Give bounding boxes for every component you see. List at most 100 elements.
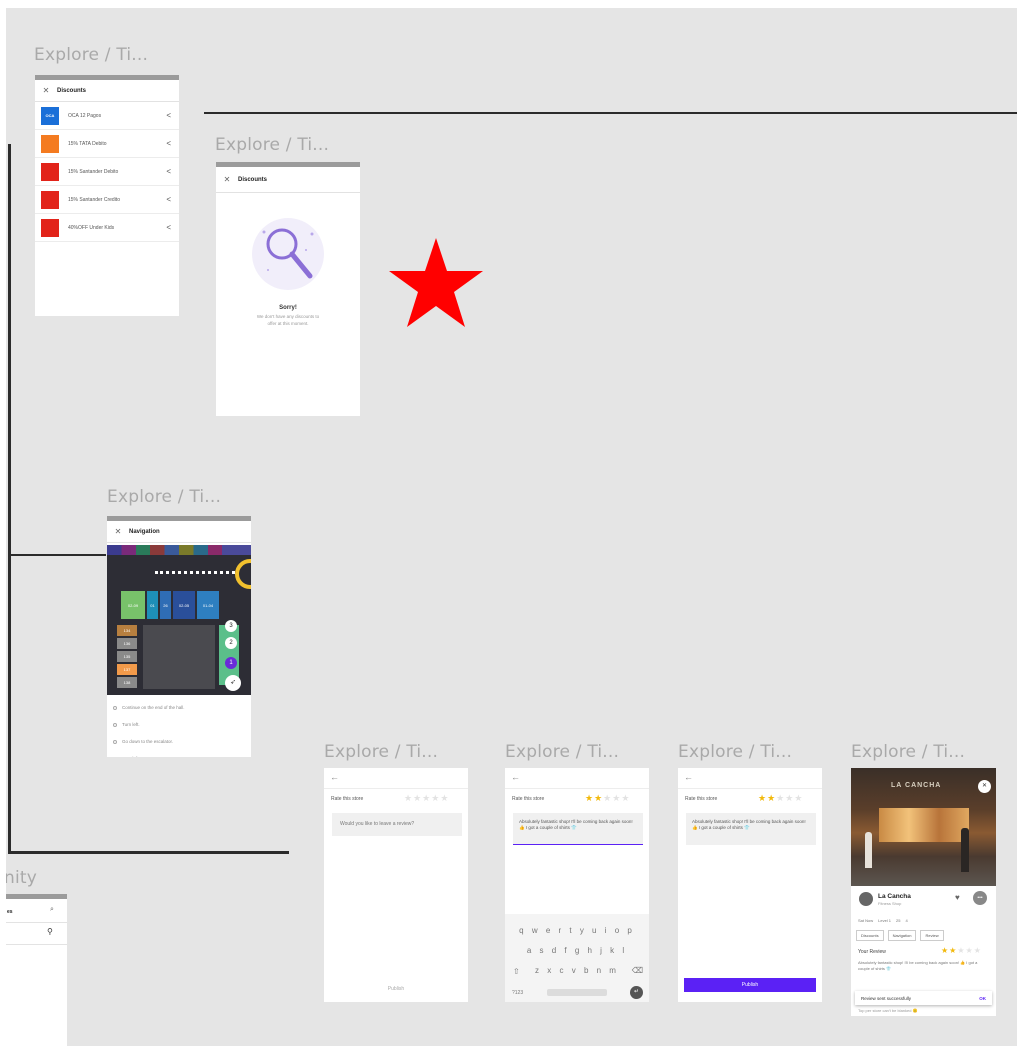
rating-star-icon[interactable]: ★	[957, 946, 965, 955]
map-marker-icon[interactable]: 3	[225, 620, 237, 632]
frame-discounts-empty[interactable]: ✕ Discounts Sorry! We don't have any dis…	[216, 162, 360, 416]
rating-star-icon[interactable]: ★	[594, 793, 603, 803]
rating-star-icon[interactable]: ★	[767, 793, 776, 803]
frame-navigation[interactable]: ✕ Navigation 02-09 01 26 02-05 01-04 134…	[107, 516, 251, 757]
keyboard-row-2[interactable]: a s d f g h j k l	[505, 946, 649, 955]
close-icon[interactable]: ✕	[978, 780, 991, 793]
map-color-band	[107, 545, 251, 555]
app-header: ✕ Navigation	[107, 521, 251, 543]
close-icon[interactable]: ✕	[107, 527, 129, 536]
rating-star-icon[interactable]: ★	[941, 946, 949, 955]
frame-discounts-list[interactable]: ✕ Discounts OCA OCA 12 Pagos <15% TATA Deb…	[35, 75, 179, 316]
back-arrow-icon[interactable]: ←	[684, 772, 693, 782]
map-cell: 136	[117, 638, 137, 649]
rating-star-icon[interactable]: ★	[422, 793, 431, 803]
frame-title-rate-keyboard[interactable]: Explore / Ti...	[505, 742, 619, 762]
map-cell: 02-09	[121, 591, 145, 619]
frame-title-rate-filled[interactable]: Explore / Ti...	[678, 742, 792, 762]
keyboard-row-1[interactable]: q w e r t y u i o p	[505, 926, 649, 935]
rating-star-icon[interactable]: ★	[621, 793, 630, 803]
map-marker-icon[interactable]: 2	[225, 637, 237, 649]
rate-prompt: Rate this store	[512, 796, 545, 802]
discount-logo-icon: OCA	[41, 106, 59, 125]
frame-rate-keyboard[interactable]: ← Rate this store ★★★★★ Absolutely fanta…	[505, 768, 649, 1002]
frame-title-navigation[interactable]: Explore / Ti...	[107, 487, 221, 507]
discount-item[interactable]: OCA OCA 12 Pagos <	[35, 102, 179, 130]
close-icon[interactable]: ✕	[216, 175, 238, 184]
toast-ok-button[interactable]: OK	[979, 996, 986, 1001]
rating-star-icon[interactable]: ★	[585, 793, 594, 803]
map-marker-icon[interactable]: 1	[225, 657, 237, 669]
frame-community[interactable]: es ⌕ ⚲	[6, 894, 67, 1046]
rating-stars[interactable]: ★★★★★	[758, 793, 803, 804]
search-icon[interactable]: ⌕	[50, 906, 54, 914]
rating-star-icon[interactable]: ★	[974, 946, 982, 955]
share-icon[interactable]: <	[166, 167, 171, 176]
share-icon[interactable]: <	[166, 139, 171, 148]
frame-title-discounts-empty[interactable]: Explore / Ti...	[215, 135, 329, 155]
rating-star-icon[interactable]: ★	[440, 793, 449, 803]
keyboard-row-3[interactable]: z x c v b n m	[505, 966, 649, 975]
review-input[interactable]: Absolutely fantastic shop! I'll be comin…	[686, 813, 816, 845]
frame-title-store-detail[interactable]: Explore / Ti...	[851, 742, 965, 762]
step-dot-icon	[113, 705, 117, 710]
keyboard-space-bar[interactable]	[547, 989, 607, 996]
chip-discounts[interactable]: Discounts	[856, 930, 884, 941]
rating-stars[interactable]: ★★★★★	[585, 793, 630, 804]
step-text: Turn left.	[122, 722, 140, 727]
rating-star-icon[interactable]: ★	[603, 793, 612, 803]
chip-navigation[interactable]: Navigation	[887, 930, 917, 941]
close-icon[interactable]: ✕	[35, 86, 57, 95]
step-text: Go down to the escalator.	[122, 739, 174, 744]
heart-icon[interactable]: ♥	[955, 893, 960, 902]
location-pin-icon[interactable]: ⚲	[47, 927, 53, 936]
rating-star-icon[interactable]: ★	[404, 793, 413, 803]
your-review-label: Your Review	[858, 949, 886, 955]
discount-item[interactable]: 15% Santander Debito <	[35, 158, 179, 186]
share-icon[interactable]: <	[166, 111, 171, 120]
back-arrow-icon[interactable]: ←	[330, 772, 339, 782]
rating-stars[interactable]: ★★★★★	[404, 793, 449, 804]
back-arrow-icon[interactable]: ←	[511, 772, 520, 782]
keyboard[interactable]: q w e r t y u i o p a s d f g h j k l ⇧ …	[505, 914, 649, 1002]
more-button[interactable]: •••	[973, 891, 987, 905]
rating-star-icon[interactable]: ★	[431, 793, 440, 803]
review-input[interactable]: Absolutely fantastic shop! I'll be comin…	[513, 813, 643, 845]
keyboard-enter-icon[interactable]: ↵	[630, 986, 643, 999]
tab-label[interactable]: es	[7, 909, 13, 915]
discount-item[interactable]: 15% TATA Debito <	[35, 130, 179, 158]
frame-store-detail[interactable]: LA CANCHA ✕ La Cancha Fitness Shop ♥ •••…	[851, 768, 996, 1016]
rating-star-icon[interactable]: ★	[758, 793, 767, 803]
frame-title-community[interactable]: nity	[6, 868, 37, 888]
review-input[interactable]: Would you like to leave a review?	[332, 813, 462, 836]
frame-rate-empty[interactable]: ← Rate this store ★★★★★ Would you like t…	[324, 768, 468, 1002]
connector-line-vertical	[8, 144, 11, 854]
backspace-icon[interactable]: ⌫	[632, 966, 643, 975]
frame-rate-filled[interactable]: ← Rate this store ★★★★★ Absolutely fanta…	[678, 768, 822, 1002]
discount-item[interactable]: 15% Santander Credito <	[35, 186, 179, 214]
indoor-map[interactable]: 02-09 01 26 02-05 01-04 134 136 135 137 …	[107, 545, 251, 695]
rating-star-icon[interactable]: ★	[785, 793, 794, 803]
level-text: Level 1	[878, 918, 892, 923]
rating-star-icon[interactable]: ★	[612, 793, 621, 803]
publish-button[interactable]: Publish	[684, 978, 816, 992]
rating-star-icon[interactable]: ★	[966, 946, 974, 955]
frame-title-rate-empty[interactable]: Explore / Ti...	[324, 742, 438, 762]
publish-button[interactable]: Publish	[324, 986, 468, 992]
discount-logo-icon	[41, 190, 59, 209]
your-rating-stars: ★★★★★	[941, 946, 982, 955]
chip-review[interactable]: Review	[920, 930, 944, 941]
map-locate-icon[interactable]: ➶	[225, 675, 241, 691]
share-icon[interactable]: <	[166, 195, 171, 204]
discount-item[interactable]: 40%OFF Under Kids <	[35, 214, 179, 242]
share-icon[interactable]: <	[166, 223, 171, 232]
rating-star-icon[interactable]: ★	[794, 793, 803, 803]
rating-star-icon[interactable]: ★	[776, 793, 785, 803]
discount-label: 15% TATA Debito	[68, 140, 107, 147]
header-title: Discounts	[238, 176, 268, 183]
map-block	[143, 625, 215, 689]
keyboard-symbols-key[interactable]: ?123	[512, 990, 523, 996]
rating-star-icon[interactable]: ★	[413, 793, 422, 803]
design-canvas[interactable]: Explore / Ti... ✕ Discounts OCA OCA 12 Pa…	[6, 8, 1017, 1046]
frame-title-discounts-list[interactable]: Explore / Ti...	[34, 45, 148, 65]
